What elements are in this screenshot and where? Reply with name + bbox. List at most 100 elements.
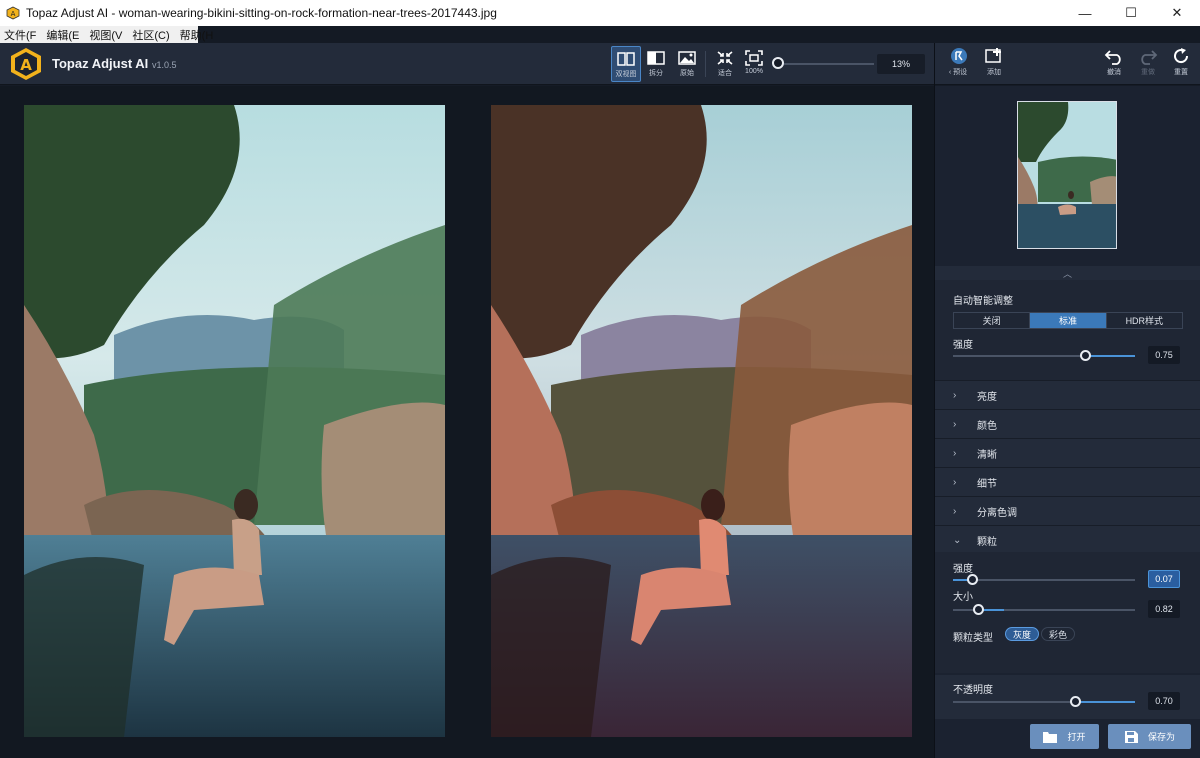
grain-section: 强度 0.07 大小 0.82 颗粒类型 灰度 彩色: [935, 552, 1200, 673]
grain-strength-label: 强度: [953, 564, 973, 575]
section-clarity-label: 清晰: [977, 449, 997, 461]
save-as-button[interactable]: 保存为: [1108, 724, 1191, 749]
presets-label: ‹ 预设: [948, 69, 968, 76]
auto-strength-fill: [1085, 355, 1135, 357]
reset-button[interactable]: 重置: [1164, 47, 1198, 81]
svg-text:A: A: [11, 10, 16, 18]
save-icon: [1124, 730, 1138, 743]
reset-icon: [1174, 48, 1189, 64]
undo-label: 撤消: [1107, 69, 1121, 76]
opacity-value[interactable]: 0.70: [1148, 692, 1180, 710]
section-brightness-label: 亮度: [977, 391, 997, 403]
grain-type-grayscale[interactable]: 灰度: [1005, 627, 1040, 641]
window-title: Topaz Adjust AI - woman-wearing-bikini-s…: [26, 6, 497, 20]
app-version: v1.0.5: [152, 60, 177, 70]
save-as-label: 保存为: [1147, 732, 1175, 742]
chevron-up-icon: ︿: [1062, 268, 1072, 279]
add-preset-button[interactable]: 添加: [977, 47, 1011, 81]
zoom-slider-track[interactable]: [778, 63, 874, 65]
mode-standard-option[interactable]: 标准: [1030, 313, 1107, 328]
add-label: 添加: [987, 69, 1001, 76]
menu-bar: 文件(F 编辑(E 视图(V 社区(C) 帮助(H: [0, 26, 1200, 43]
open-button[interactable]: 打开: [1030, 724, 1099, 749]
navigator: [935, 86, 1200, 266]
grain-strength-value[interactable]: 0.07: [1148, 570, 1180, 588]
adjusted-image[interactable]: [491, 105, 912, 737]
section-color[interactable]: › 颜色: [935, 409, 1200, 438]
undo-button[interactable]: 撤消: [1097, 47, 1131, 81]
undo-icon: [1104, 50, 1121, 65]
collapse-navigator-button[interactable]: ︿: [935, 266, 1200, 280]
zoom-slider-thumb[interactable]: [772, 57, 784, 69]
opacity-label: 不透明度: [953, 685, 993, 696]
menu-community[interactable]: 社区(C): [132, 27, 169, 43]
dual-view-button[interactable]: 双视图: [611, 46, 641, 82]
auto-adjust-section: 自动智能调整 关闭 标准 HDR样式 强度 0.75: [935, 280, 1200, 380]
presets-button[interactable]: ‹ 预设: [941, 47, 975, 81]
section-grain-label: 颗粒: [977, 536, 997, 548]
navigator-thumbnail[interactable]: [1017, 101, 1117, 249]
adjustments-panel: ︿ 自动智能调整 关闭 标准 HDR样式 强度 0.75 › 亮度 › 颜色 ›…: [935, 86, 1200, 758]
chevron-right-icon: ›: [953, 505, 957, 517]
dual-view-label: 双视图: [615, 71, 637, 78]
section-brightness[interactable]: › 亮度: [935, 380, 1200, 409]
zoom-100-button[interactable]: 100%: [739, 46, 769, 82]
adjusted-photo-graphic: [491, 105, 912, 737]
dual-view-icon: [617, 52, 635, 66]
grain-size-value[interactable]: 0.82: [1148, 600, 1180, 618]
section-split-toning[interactable]: › 分离色调: [935, 496, 1200, 525]
section-detail[interactable]: › 细节: [935, 467, 1200, 496]
minimize-button[interactable]: —: [1062, 0, 1108, 26]
svg-text:A: A: [20, 56, 32, 74]
grain-strength-thumb[interactable]: [967, 574, 978, 585]
mode-off-option[interactable]: 关闭: [954, 313, 1031, 328]
topaz-logo-icon: A: [11, 48, 41, 80]
auto-adjust-mode-selector: 关闭 标准 HDR样式: [953, 312, 1183, 329]
folder-icon: [1043, 731, 1058, 743]
menu-edit[interactable]: 编辑(E: [46, 27, 79, 43]
fit-button[interactable]: 适合: [710, 46, 740, 82]
chevron-right-icon: ›: [953, 476, 957, 488]
auto-adjust-title: 自动智能调整: [953, 296, 1013, 307]
app-icon: A: [6, 6, 20, 20]
navigator-thumbnail-graphic: [1018, 102, 1116, 248]
toolbar-divider: [705, 51, 706, 77]
redo-button[interactable]: 重做: [1131, 47, 1165, 81]
grain-strength-track[interactable]: [953, 579, 1135, 581]
chevron-right-icon: ›: [953, 447, 957, 459]
auto-strength-label: 强度: [953, 340, 973, 351]
close-button[interactable]: ✕: [1154, 0, 1200, 26]
opacity-thumb[interactable]: [1070, 696, 1081, 707]
image-icon: [678, 51, 696, 65]
image-canvas[interactable]: [0, 86, 934, 758]
chevron-right-icon: ›: [953, 389, 957, 401]
grain-type-color[interactable]: 彩色: [1041, 627, 1076, 641]
original-view-button[interactable]: 原始: [672, 46, 702, 82]
zoom-100-label: 100%: [745, 68, 763, 75]
section-grain[interactable]: ⌄ 颗粒: [935, 525, 1200, 554]
original-view-label: 原始: [680, 70, 694, 77]
grain-size-label: 大小: [953, 592, 973, 603]
auto-strength-thumb[interactable]: [1080, 350, 1091, 361]
add-preset-icon: [985, 48, 1001, 63]
split-view-label: 拆分: [649, 70, 663, 77]
split-view-button[interactable]: 拆分: [641, 46, 671, 82]
maximize-button[interactable]: ☐: [1108, 0, 1154, 26]
grain-size-thumb[interactable]: [973, 604, 984, 615]
opacity-section: 不透明度 0.70: [935, 675, 1200, 719]
menu-file[interactable]: 文件(F: [4, 27, 36, 43]
original-image[interactable]: [24, 105, 445, 737]
section-clarity[interactable]: › 清晰: [935, 438, 1200, 467]
panel-footer: 打开 保存为: [935, 719, 1200, 758]
zoom-value-field[interactable]: 13%: [877, 54, 925, 74]
chevron-right-icon: ›: [953, 418, 957, 430]
presets-icon: [951, 48, 967, 64]
menu-view[interactable]: 视图(V: [89, 27, 122, 43]
reset-label: 重置: [1174, 69, 1188, 76]
auto-strength-value[interactable]: 0.75: [1148, 346, 1180, 364]
panel-header: ‹ 预设 添加 撤消 重做 重置: [935, 43, 1200, 85]
split-view-icon: [647, 51, 665, 65]
mode-hdr-option[interactable]: HDR样式: [1107, 313, 1182, 328]
menu-help[interactable]: 帮助(H: [180, 27, 214, 43]
open-label: 打开: [1067, 732, 1086, 742]
